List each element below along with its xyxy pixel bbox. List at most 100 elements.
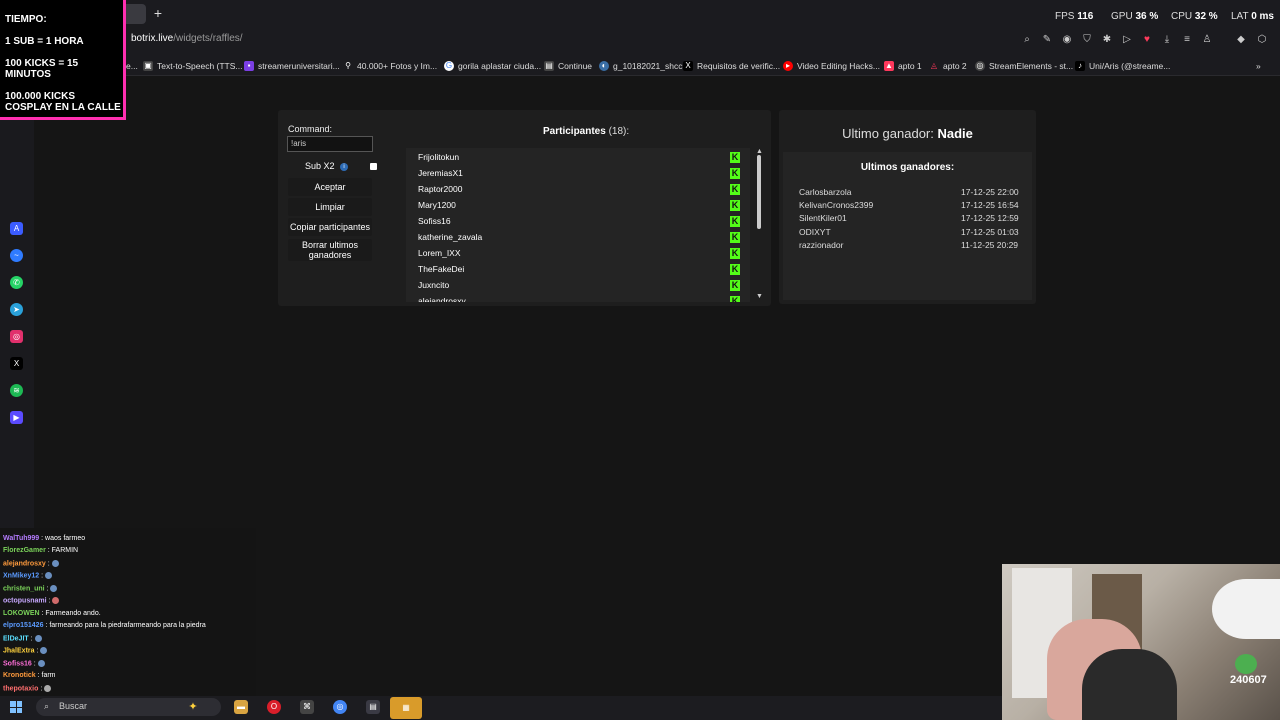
extension-icon[interactable]: ◆	[1235, 34, 1247, 46]
participants-scrollbar[interactable]	[757, 155, 761, 229]
bookmark-item[interactable]: ◎ StreamElements - st...	[975, 59, 1073, 72]
overlay-line: 100 KICKS = 15 MINUTOS	[5, 58, 79, 80]
kick-icon: K	[730, 296, 740, 302]
bookmark-item[interactable]: ▸ Video Editing Hacks...	[783, 59, 880, 72]
profile-icon[interactable]: ♙	[1201, 34, 1213, 46]
bookmarks-overflow-icon[interactable]: »	[1256, 59, 1261, 72]
whatsapp-icon[interactable]: ✆	[10, 276, 23, 289]
overlay-line: 100.000 KICKS COSPLAY EN LA CALLE	[5, 91, 121, 113]
heart-icon[interactable]: ♥	[1141, 34, 1153, 46]
sparkle-icon[interactable]: ✦	[186, 700, 200, 714]
winner-name: KelivanCronos2399	[799, 200, 874, 210]
minecraft-icon[interactable]: ▦	[390, 697, 422, 719]
winners-list-title: Ultimos ganadores:	[860, 162, 955, 173]
participant-name: Frijolitokun	[418, 152, 460, 162]
winners-list-box	[783, 152, 1032, 300]
copy-participants-button[interactable]: Copiar participantes	[288, 218, 372, 236]
delete-winners-button[interactable]: Borrar ultimos ganadores	[288, 239, 372, 261]
scroll-down-icon[interactable]: ▼	[756, 293, 763, 300]
emote-icon	[40, 647, 48, 654]
overlay-line: TIEMPO:	[5, 14, 47, 25]
subx2-label: Sub X2	[305, 161, 335, 171]
instagram-icon[interactable]: ◎	[10, 330, 23, 343]
bookmark-item[interactable]: ▣ Text-to-Speech (TTS...	[143, 59, 243, 72]
participant-name: katherine_zavala	[418, 232, 483, 242]
webcam-lamp	[1212, 579, 1280, 639]
browser-sidebar	[0, 76, 34, 528]
download-icon[interactable]: ⤓	[1161, 34, 1173, 46]
bookmark-item[interactable]: ▲ apto 1	[884, 59, 922, 72]
chat-message: XnMikey12 :	[3, 572, 53, 579]
camera-icon[interactable]: ◉	[1061, 34, 1073, 46]
shield-icon[interactable]: ⛉	[1081, 34, 1093, 46]
chat-message: elpro151426 : farmeando para la piedrafa…	[3, 622, 206, 629]
play-icon[interactable]: ▷	[1121, 34, 1133, 46]
participants-title: Participantes (18):	[543, 126, 630, 137]
telegram-icon[interactable]: ➤	[10, 303, 23, 316]
x-icon[interactable]: X	[10, 357, 23, 370]
bookmark-item[interactable]: X Requisitos de verific...	[683, 59, 780, 72]
chat-message: Sofiss16 :	[3, 660, 45, 667]
clear-button[interactable]: Limpiar	[288, 198, 372, 216]
last-winner-title: Ultimo ganador: Nadie	[842, 126, 973, 141]
edit-icon[interactable]: ✎	[1041, 34, 1053, 46]
webcam-feed: 240607	[1002, 564, 1280, 720]
settings-icon[interactable]: ✱	[1101, 34, 1113, 46]
stream-timer-overlay: TIEMPO: 1 SUB = 1 HORA 100 KICKS = 15 MI…	[0, 0, 126, 120]
participant-name: alejandrosxy	[418, 296, 466, 302]
bookmark-item[interactable]: ⚲ 40.000+ Fotos y Im...	[343, 59, 437, 72]
wallet-icon[interactable]: ⬡	[1256, 34, 1268, 46]
subx2-checkbox[interactable]	[370, 163, 377, 170]
chat-message: octopusnami :	[3, 597, 60, 604]
start-icon[interactable]	[10, 701, 22, 713]
webcam-person	[1082, 649, 1177, 720]
chat-message: alejandrosxy :	[3, 560, 59, 567]
participant-name: Juxncito	[418, 280, 450, 290]
emote-icon	[44, 685, 52, 692]
participant-name: Lorem_IXX	[418, 248, 461, 258]
fps-readout: FPS 116	[1055, 11, 1094, 22]
bookmark-item[interactable]: ◬ apto 2	[929, 59, 967, 72]
command-input[interactable]: !aris	[287, 136, 373, 152]
bookmark-item[interactable]: ▤ Continue	[544, 59, 592, 72]
bookmark-item[interactable]: e...	[126, 59, 138, 72]
bookmark-item[interactable]: ♪ Uni/Aris (@streame...	[1075, 59, 1170, 72]
emote-icon	[37, 660, 45, 667]
new-tab-button[interactable]: +	[150, 5, 166, 21]
lat-readout: LAT 0 ms	[1231, 11, 1274, 22]
overlay-line: 1 SUB = 1 HORA	[5, 36, 84, 47]
calculator-icon[interactable]: ▤	[366, 700, 380, 714]
info-icon[interactable]: i	[340, 163, 348, 171]
bookmark-item[interactable]: ▪ streameruniversitari...	[244, 59, 340, 72]
menu-icon[interactable]: ≡	[1181, 34, 1193, 46]
chrome-icon[interactable]: ◎	[333, 700, 347, 714]
gpu-readout: GPU 36 %	[1111, 11, 1159, 22]
bookmark-item[interactable]: Ggorila aplastar ciuda...	[444, 59, 541, 72]
messenger-icon[interactable]: ~	[10, 249, 23, 262]
emote-icon	[52, 597, 60, 604]
app-store-icon[interactable]: A	[10, 222, 23, 235]
file-explorer-icon[interactable]: ▬	[234, 700, 248, 714]
bookmark-item[interactable]: ◐ g_10182021_shcc	[599, 59, 682, 72]
winner-date: 17-12-25 01:03	[961, 227, 1019, 237]
chat-message: WalTuh999 : waos farmeo	[3, 535, 86, 542]
participant-name: JeremiasX1	[418, 168, 463, 178]
participants-list[interactable]: Frijolitokun K JeremiasX1 K Raptor2000 K…	[406, 148, 750, 302]
accept-button[interactable]: Aceptar	[288, 178, 372, 196]
search-icon[interactable]: ⌕	[1021, 34, 1033, 46]
chat-message: Kronotick : farm	[3, 672, 56, 679]
spotify-icon[interactable]: ≋	[10, 384, 23, 397]
winner-date: 17-12-25 22:00	[961, 187, 1019, 197]
chat-message: ElDeJIT :	[3, 635, 42, 642]
app-icon[interactable]: ⌘	[300, 700, 314, 714]
emote-icon	[34, 635, 42, 642]
opera-icon[interactable]: O	[267, 700, 281, 714]
webcam-emblem	[1235, 654, 1257, 674]
address-url[interactable]: botrix.live/widgets/raffles/	[131, 33, 243, 44]
chat-message: christen_uni :	[3, 585, 58, 592]
participant-name: Sofiss16	[418, 216, 451, 226]
winner-name: SilentKiler01	[799, 213, 847, 223]
winner-name: ODIXYT	[799, 227, 831, 237]
scroll-up-icon[interactable]: ▲	[756, 148, 763, 155]
player-icon[interactable]: ▶	[10, 411, 23, 424]
